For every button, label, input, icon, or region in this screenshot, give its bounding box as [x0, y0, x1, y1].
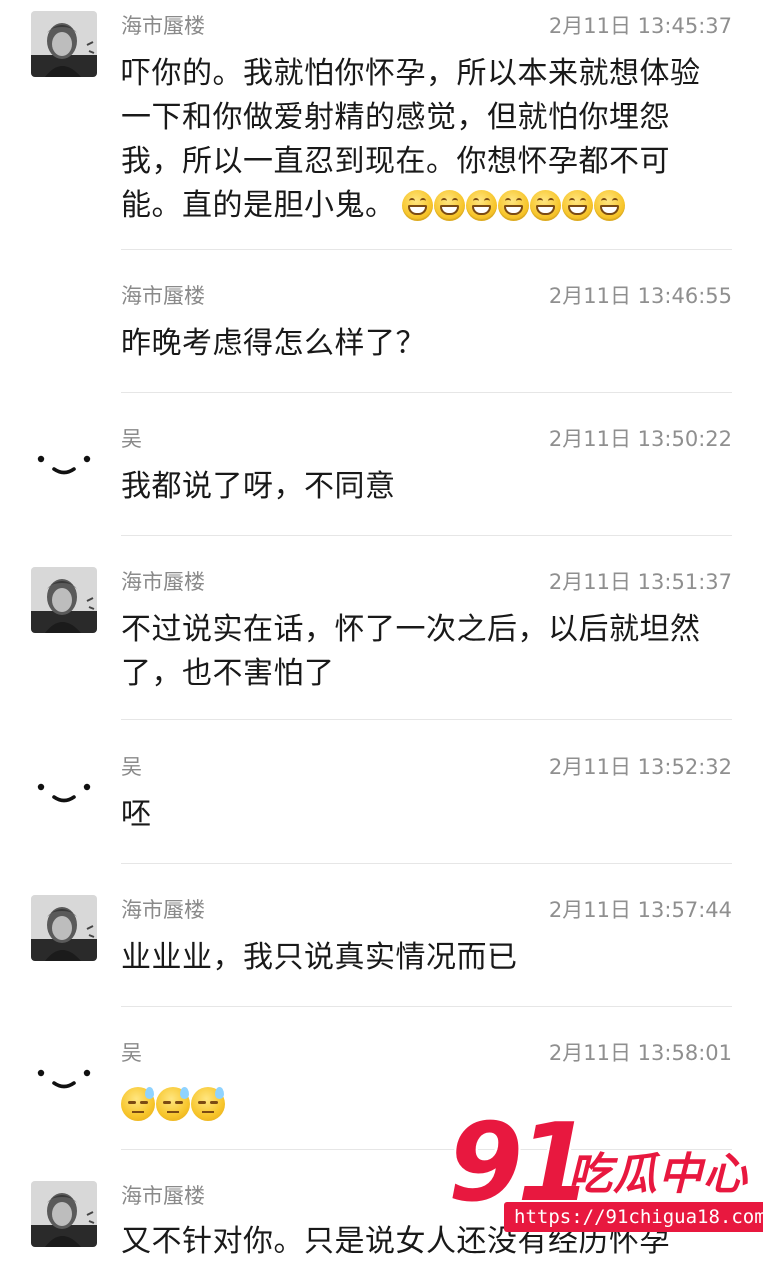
message-text: 昨晚考虑得怎么样了？ — [121, 326, 426, 361]
message-timestamp: 2月11日 13:46:55 — [548, 284, 732, 308]
sender-name: 海市蜃楼 — [121, 898, 205, 922]
message-text: 业业业，我只说真实情况而已 — [121, 940, 518, 975]
sweat-emoji-icon — [121, 1086, 155, 1121]
grin-emoji-icon — [529, 190, 561, 221]
message-timestamp: 2月11日 13:45:37 — [548, 14, 732, 38]
person-photo-icon — [31, 11, 97, 77]
sender-name: 海市蜃楼 — [121, 284, 205, 308]
smiley-face-icon — [31, 752, 97, 818]
divider — [121, 719, 732, 720]
divider — [121, 863, 732, 864]
avatar-photo[interactable] — [31, 895, 97, 961]
person-photo-icon — [31, 895, 97, 961]
sender-name: 吴 — [121, 1041, 142, 1065]
grin-emoji-group — [401, 190, 626, 221]
avatar-photo[interactable] — [31, 1181, 97, 1247]
divider — [121, 535, 732, 536]
grin-emoji-icon — [561, 190, 593, 221]
person-photo-icon — [31, 567, 97, 633]
smiley-face-icon — [31, 424, 97, 490]
avatar-smiley[interactable] — [31, 1038, 97, 1104]
grin-emoji-icon — [433, 190, 465, 221]
sender-name: 吴 — [121, 755, 142, 779]
grin-emoji-icon — [497, 190, 529, 221]
avatar-smiley[interactable] — [31, 752, 97, 818]
avatar-photo[interactable] — [31, 11, 97, 77]
divider — [121, 392, 732, 393]
avatar-photo[interactable] — [31, 567, 97, 633]
divider — [121, 249, 732, 250]
site-watermark: 91 吃瓜中心 https://91chigua18.com — [440, 1110, 763, 1240]
sweat-emoji-icon — [156, 1086, 190, 1121]
message-text: 不过说实在话，怀了一次之后，以后就坦然了，也不害怕了 — [121, 612, 701, 691]
message-timestamp: 2月11日 13:51:37 — [548, 570, 732, 594]
sender-name: 海市蜃楼 — [121, 14, 205, 38]
grin-emoji-icon — [465, 190, 497, 221]
watermark-url: https://91chigua18.com — [504, 1202, 763, 1232]
message-timestamp: 2月11日 13:57:44 — [548, 898, 732, 922]
sender-name: 海市蜃楼 — [121, 570, 205, 594]
message-timestamp: 2月11日 13:58:01 — [548, 1041, 732, 1065]
sweat-emoji-icon — [191, 1086, 225, 1121]
message-text: 我都说了呀，不同意 — [121, 469, 396, 504]
watermark-title: 吃瓜中心 — [568, 1149, 748, 1200]
sender-name: 海市蜃楼 — [121, 1184, 205, 1208]
avatar-smiley[interactable] — [31, 424, 97, 490]
grin-emoji-icon — [401, 190, 433, 221]
smiley-face-icon — [31, 1038, 97, 1104]
message-text: 呸 — [121, 797, 152, 832]
message-timestamp: 2月11日 13:52:32 — [548, 755, 732, 779]
person-photo-icon — [31, 1181, 97, 1247]
sender-name: 吴 — [121, 427, 142, 451]
message-text: 吓你的。我就怕你怀孕，所以本来就想体验一下和你做爱射精的感觉，但就怕你埋怨我，所… — [121, 52, 721, 228]
divider — [121, 1006, 732, 1007]
grin-emoji-icon — [593, 190, 625, 221]
message-timestamp: 2月11日 13:50:22 — [548, 427, 732, 451]
